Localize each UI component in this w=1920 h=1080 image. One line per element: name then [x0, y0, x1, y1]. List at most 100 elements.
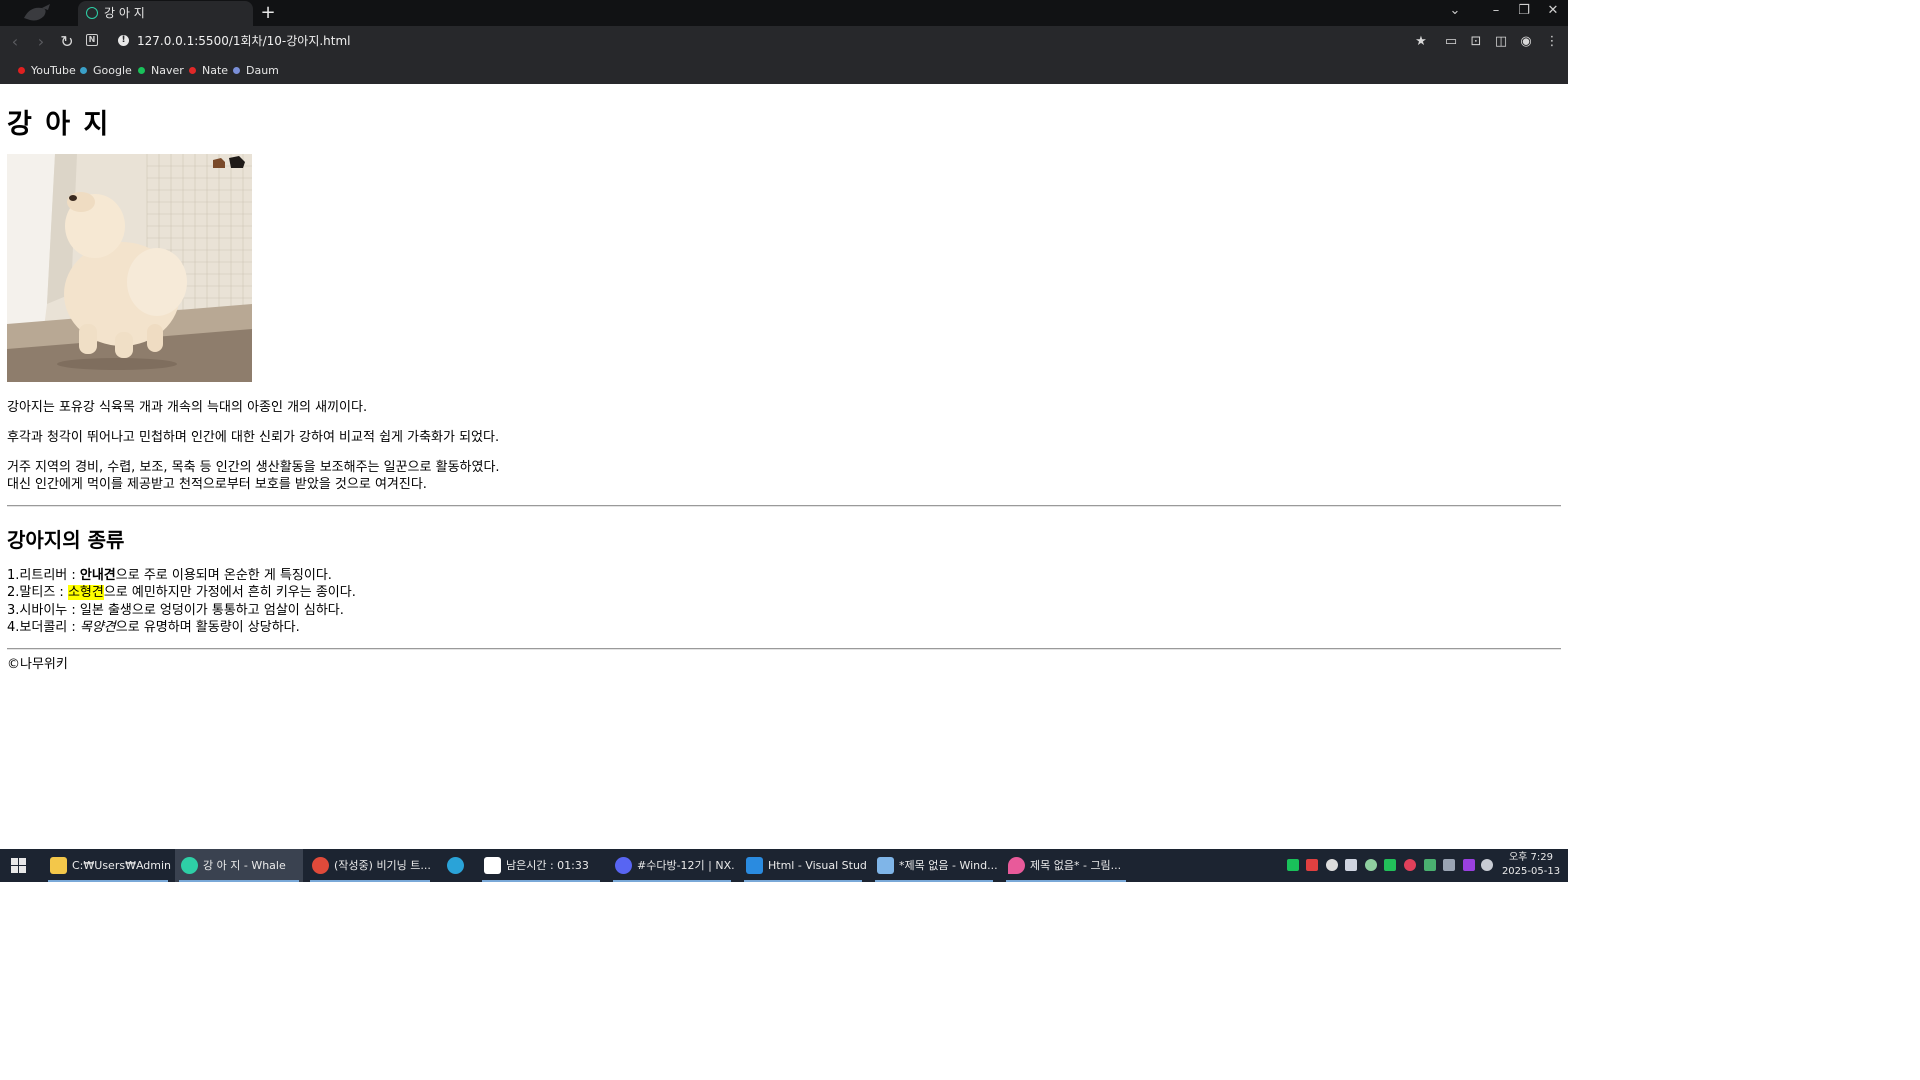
bookmark-google[interactable]: Google [79, 63, 132, 79]
bookmark-dot-icon [138, 67, 145, 74]
bookmark-label: Nate [202, 64, 229, 77]
running-indicator [179, 880, 299, 882]
bookmark-dot-icon [80, 67, 87, 74]
taskbar-edge[interactable] [437, 849, 475, 882]
sidebar-icon[interactable]: ◫ [1490, 31, 1512, 53]
bookmark-label: Naver [151, 64, 184, 77]
tray-app-icon[interactable] [1287, 859, 1299, 871]
menu-dots-icon[interactable]: ⋮ [1541, 31, 1563, 53]
whale-browser-icon [181, 857, 198, 874]
edge-icon [447, 857, 464, 874]
taskbar-vscode[interactable]: Html - Visual Stud... [740, 849, 866, 882]
browser-toolbar: ‹ › ↻ N ! 127.0.0.1:5500/1회차/10-강아지.html… [0, 26, 1568, 58]
tray-discord-icon[interactable] [1345, 859, 1357, 871]
close-window-button[interactable]: ✕ [1539, 0, 1567, 24]
bookmark-dot-icon [18, 67, 25, 74]
breed-item-shiba: 3.시바이누 : 일본 출생으로 엉덩이가 통통하고 엄살이 심하다. [7, 602, 356, 619]
bookmark-label: YouTube [31, 64, 76, 77]
n-extension-icon[interactable]: N [86, 34, 98, 46]
tray-app-icon[interactable] [1404, 859, 1416, 871]
taskbar-discord[interactable]: #수다방-12기 | NX... [609, 849, 735, 882]
breed-text: 3.시바이누 : 일본 출생으로 엉덩이가 통통하고 엄살이 심하다. [7, 602, 344, 618]
restore-button[interactable]: ❐ [1510, 0, 1538, 24]
taskbar-explorer[interactable]: C:₩Users₩Adminis... [44, 849, 172, 882]
intro-paragraph: 강아지는 포유강 식육목 개과 개속의 늑대의 아종인 개의 새끼이다. [7, 400, 368, 415]
breed-text: 으로 예민하지만 가정에서 흔히 키우는 종이다. [103, 585, 356, 601]
page-title: 강 아 지 [7, 109, 111, 140]
chrome-icon [312, 857, 329, 874]
taskbar-notepad[interactable]: *제목 없음 - Wind... [871, 849, 997, 882]
taskbar-label: C:₩Users₩Adminis... [72, 859, 172, 872]
taskbar-timer[interactable]: 남은시간 : 01:33 [478, 849, 604, 882]
clock-time: 오후 7:29 [1508, 852, 1554, 863]
discord-icon [615, 857, 632, 874]
site-info-icon[interactable]: ! [118, 35, 129, 46]
taskbar-label: 강 아 지 - Whale [203, 859, 286, 872]
role-paragraph-line2: 대신 인간에게 먹이를 제공받고 천적으로부터 보호를 받았을 것으로 여겨진다… [7, 477, 427, 492]
bookmark-nate[interactable]: Nate [188, 63, 228, 79]
breed-list: 1.리트리버 : 안내견으로 주로 이용되며 온순한 게 특징이다. 2.말티즈… [7, 567, 356, 636]
vscode-icon [746, 857, 763, 874]
breed-bold: 안내견 [79, 568, 116, 583]
taskbar-label: *제목 없음 - Wind... [899, 859, 997, 872]
bookmark-naver[interactable]: Naver [137, 63, 184, 79]
breed-text: 2.말티즈 : [7, 585, 68, 601]
running-indicator [310, 880, 430, 882]
breed-text: 으로 유명하며 활동량이 상당하다. [115, 619, 300, 635]
volume-icon[interactable] [1481, 859, 1493, 871]
role-paragraph-line1: 거주 지역의 경비, 수렵, 보조, 목축 등 인간의 생산활동을 보조해주는 … [7, 460, 500, 475]
tray-app-icon[interactable] [1306, 859, 1318, 871]
divider [7, 505, 1561, 507]
taskbar-label: #수다방-12기 | NX... [637, 859, 735, 872]
breed-item-bordercollie: 4.보더콜리 : 목양견으로 유명하며 활동량이 상당하다. [7, 619, 356, 636]
tray-nvidia-icon[interactable] [1424, 859, 1436, 871]
forward-button[interactable]: › [29, 30, 53, 54]
tray-kakao-icon[interactable] [1384, 859, 1396, 871]
breed-item-maltese: 2.말티즈 : 소형견으로 예민하지만 가정에서 흔히 키우는 종이다. [7, 584, 356, 601]
bookmark-dot-icon [189, 67, 196, 74]
profile-icon[interactable]: ◉ [1515, 31, 1537, 53]
back-button[interactable]: ‹ [3, 30, 27, 54]
breed-item-retriever: 1.리트리버 : 안내견으로 주로 이용되며 온순한 게 특징이다. [7, 567, 356, 584]
trait-paragraph: 후각과 청각이 뛰어나고 민첩하며 인간에 대한 신뢰가 강하여 비교적 쉽게 … [7, 430, 500, 445]
tab-active[interactable]: 강 아 지 [78, 1, 253, 27]
cast-icon[interactable]: ▭ [1440, 31, 1462, 53]
screenshot-icon[interactable]: ⊡ [1465, 31, 1487, 53]
bookmark-label: Google [93, 64, 132, 77]
taskbar-label: (작성중) 비기닝 트... [334, 859, 431, 872]
running-indicator [482, 880, 600, 882]
bookmark-label: Daum [246, 64, 279, 77]
breed-highlight: 소형견 [67, 585, 104, 601]
taskbar-label: Html - Visual Stud... [768, 859, 866, 872]
address-bar[interactable]: 127.0.0.1:5500/1회차/10-강아지.html [137, 33, 351, 49]
minimize-button[interactable]: – [1482, 0, 1510, 24]
taskbar-whale[interactable]: 강 아 지 - Whale [175, 849, 303, 882]
running-indicator [1006, 880, 1126, 882]
bookmark-daum[interactable]: Daum [232, 63, 279, 79]
taskbar-label: 남은시간 : 01:33 [506, 859, 589, 872]
bookmark-dot-icon [233, 67, 240, 74]
system-clock[interactable]: 오후 7:29 2025-05-13 [1498, 851, 1564, 879]
paint-icon [1008, 857, 1025, 874]
network-icon[interactable] [1443, 859, 1455, 871]
windows-start-icon[interactable] [11, 858, 26, 873]
breed-italic: 목양견 [79, 619, 116, 635]
bookmarks-bar: YouTube Google Naver Nate Daum [0, 58, 1568, 84]
breed-text: 1.리트리버 : [7, 568, 80, 583]
bookmark-star-icon[interactable]: ★ [1410, 31, 1432, 53]
taskbar-paint[interactable]: 제목 없음* - 그림... [1002, 849, 1130, 882]
tab-list-chevron-icon[interactable]: ⌄ [1441, 0, 1469, 24]
running-indicator [48, 880, 168, 882]
tray-app-icon[interactable] [1365, 859, 1377, 871]
browser-titlebar: 강 아 지 + ⌄ – ❐ ✕ [0, 0, 1568, 27]
running-indicator [744, 880, 862, 882]
clock-date: 2025-05-13 [1501, 866, 1561, 877]
bookmark-youtube[interactable]: YouTube [17, 63, 76, 79]
tray-app-icon[interactable] [1326, 859, 1338, 871]
tray-app-icon[interactable] [1463, 859, 1475, 871]
reload-button[interactable]: ↻ [55, 30, 79, 54]
taskbar-chrome[interactable]: (작성중) 비기닝 트... [306, 849, 434, 882]
new-tab-button[interactable]: + [258, 2, 278, 24]
divider [7, 648, 1561, 650]
whale-logo-icon [24, 4, 50, 21]
